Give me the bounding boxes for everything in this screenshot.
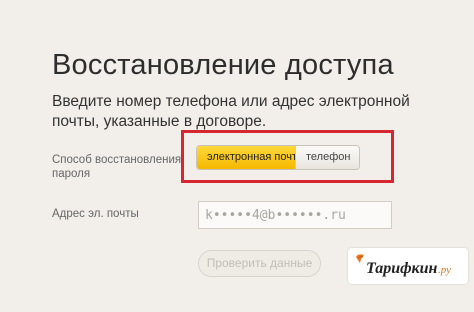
- watermark-text: Тарифкин: [366, 260, 438, 277]
- watermark-suffix: .ру: [438, 264, 451, 276]
- check-data-button[interactable]: Проверить данные: [198, 250, 321, 277]
- instructions-text: Введите номер телефона или адрес электро…: [52, 93, 410, 130]
- tarifkin-logo-icon: Тарифкин .ру: [356, 254, 451, 277]
- option-phone[interactable]: телефон: [295, 146, 359, 169]
- option-email[interactable]: электронная почта: [197, 146, 303, 169]
- recovery-method-label: Способ восстановления пароля: [52, 154, 182, 180]
- page-title: Восстановление доступа: [52, 49, 394, 82]
- recovery-method-toggle: электронная почта телефон: [196, 145, 360, 170]
- email-field[interactable]: [198, 201, 392, 229]
- email-label: Адрес эл. почты: [52, 208, 139, 220]
- tarifkin-watermark: Тарифкин .ру: [348, 248, 468, 284]
